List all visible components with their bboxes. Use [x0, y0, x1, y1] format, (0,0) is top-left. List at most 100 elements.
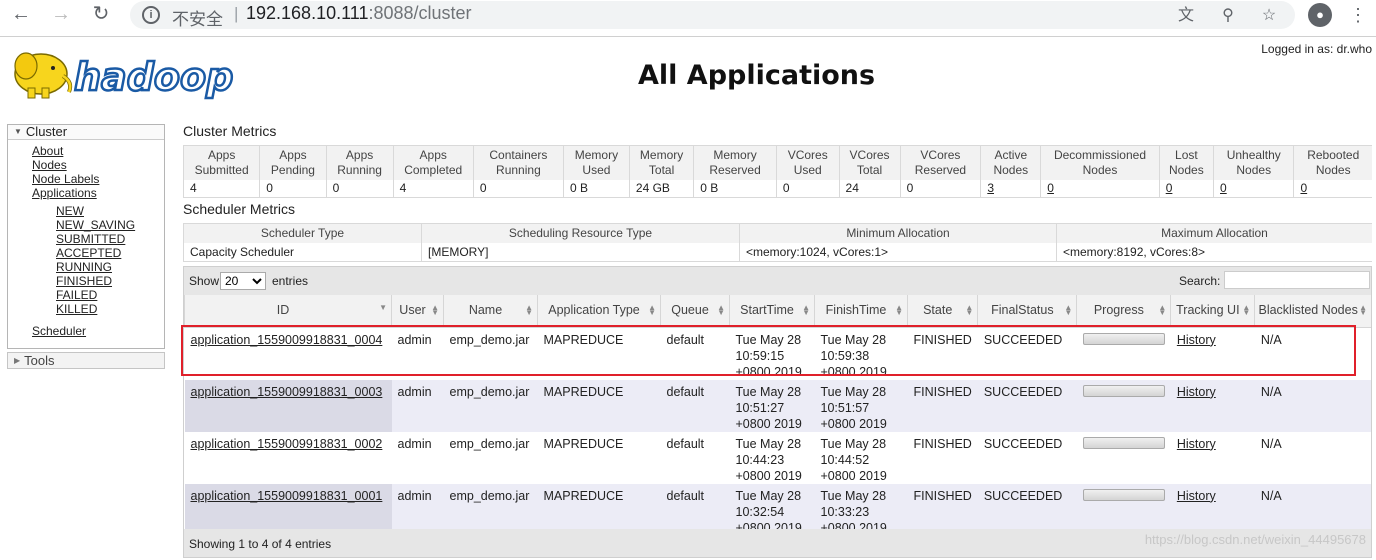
column-header-tracking-ui[interactable]: Tracking UI ▲ ▼ — [1170, 295, 1255, 328]
address-bar[interactable]: i 不安全 | 192.168.10.111:8088/cluster 文 ⚲ … — [130, 1, 1295, 29]
active-nodes-link[interactable]: 3 — [987, 181, 994, 195]
cell-tracking-ui: History — [1170, 379, 1255, 432]
cluster-panel-header[interactable]: ▼ Cluster — [8, 125, 164, 140]
column-label: Tracking UI — [1176, 303, 1240, 318]
sidebar-link-new[interactable]: NEW — [56, 204, 164, 218]
sidebar-link-new-saving[interactable]: NEW_SAVING — [56, 218, 164, 232]
sidebar-link-nodes[interactable]: Nodes — [32, 158, 164, 172]
rebooted-nodes-link[interactable]: 0 — [1300, 181, 1307, 195]
scheduler-header: Maximum Allocation — [1056, 223, 1372, 243]
application-id-link[interactable]: application_1559009918831_0002 — [191, 437, 383, 451]
progress-bar — [1082, 436, 1165, 449]
cell-user: admin — [391, 483, 444, 536]
history-link[interactable]: History — [1177, 489, 1216, 503]
cell-user: admin — [391, 379, 444, 432]
info-icon[interactable]: i — [142, 6, 160, 24]
column-header-start-time[interactable]: StartTime ▲ ▼ — [729, 295, 815, 328]
column-header-final-status[interactable]: FinalStatus ▲ ▼ — [977, 295, 1077, 328]
column-header-blacklisted-nodes[interactable]: Blacklisted Nodes ▲ ▼ — [1254, 295, 1371, 328]
back-arrow-icon[interactable]: ← — [8, 2, 34, 28]
sidebar-link-running[interactable]: RUNNING — [56, 260, 164, 274]
triangle-right-icon: ▶ — [14, 356, 21, 365]
reload-icon[interactable]: ↻ — [88, 2, 114, 28]
triangle-down-icon: ▼ — [14, 127, 22, 136]
application-id-link[interactable]: application_1559009918831_0001 — [191, 489, 383, 503]
scheduler-value: <memory:8192, vCores:8> — [1056, 242, 1372, 262]
sidebar-link-node-labels[interactable]: Node Labels — [32, 172, 164, 186]
decommissioned-nodes-link[interactable]: 0 — [1047, 181, 1054, 195]
url-text[interactable]: 192.168.10.111:8088/cluster — [246, 3, 472, 24]
history-link[interactable]: History — [1177, 437, 1216, 451]
metric-value: 0 B — [693, 179, 777, 198]
column-label: Progress — [1093, 303, 1144, 318]
zoom-icon[interactable]: ⚲ — [1217, 5, 1239, 27]
finish-date: Tue May 28 — [820, 436, 887, 451]
translate-icon[interactable]: 文 — [1175, 5, 1197, 27]
column-header-progress[interactable]: Progress ▲ ▼ — [1076, 295, 1171, 328]
forward-arrow-icon[interactable]: → — [48, 2, 74, 28]
logged-in-status: Logged in as: dr.who — [1261, 42, 1372, 56]
column-label: State — [923, 303, 953, 318]
progress-bar — [1082, 488, 1165, 501]
cluster-metrics-value-row: 4 0 0 4 0 0 B 24 GB 0 B 0 24 0 3 0 0 0 0 — [182, 179, 1372, 198]
history-link[interactable]: History — [1177, 385, 1216, 399]
sort-desc-icon: ▼ — [379, 303, 387, 312]
column-label: Blacklisted Nodes — [1258, 303, 1358, 318]
metric-header: Unhealthy Nodes — [1213, 145, 1294, 180]
security-label: 不安全 — [172, 10, 223, 29]
cell-blacklisted-nodes: N/A — [1254, 379, 1371, 432]
cell-progress — [1076, 379, 1171, 432]
column-label: User — [399, 303, 426, 318]
start-clock: 10:32:54 — [735, 504, 785, 519]
sidebar-link-accepted[interactable]: ACCEPTED — [56, 246, 164, 260]
cluster-panel: ▼ Cluster About Nodes Node Labels Applica… — [7, 124, 165, 349]
column-header-name[interactable]: Name ▲ ▼ — [443, 295, 538, 328]
metric-value: 4 — [392, 179, 474, 198]
cell-queue: default — [660, 431, 730, 484]
toolbar-divider — [0, 36, 1376, 37]
finish-clock: 10:44:52 — [820, 452, 870, 467]
scheduler-metrics-title: Scheduler Metrics — [183, 201, 296, 217]
start-zone: +0800 2019 — [735, 416, 802, 431]
decommissioned-nodes-link-cell: 0 — [1040, 179, 1160, 198]
application-id-link[interactable]: application_1559009918831_0003 — [191, 385, 383, 399]
lost-nodes-link[interactable]: 0 — [1166, 181, 1173, 195]
page-size-select[interactable]: 20 — [220, 272, 266, 290]
start-clock: 10:51:27 — [735, 400, 785, 415]
sidebar-link-failed[interactable]: FAILED — [56, 288, 164, 302]
sidebar-link-applications[interactable]: Applications — [32, 186, 164, 200]
column-header-queue[interactable]: Queue ▲ ▼ — [660, 295, 730, 328]
sidebar-link-submitted[interactable]: SUBMITTED — [56, 232, 164, 246]
cell-finish-time: Tue May 28 10:33:23 +0800 2019 — [814, 483, 908, 536]
sidebar-link-killed[interactable]: KILLED — [56, 302, 164, 316]
unhealthy-nodes-link[interactable]: 0 — [1220, 181, 1227, 195]
cluster-metrics-table: Apps Submitted Apps Pending Apps Running… — [182, 145, 1372, 198]
sort-icon: ▲ ▼ — [525, 303, 533, 317]
column-header-state[interactable]: State ▲ ▼ — [906, 295, 978, 328]
profile-avatar-icon[interactable]: ● — [1308, 3, 1332, 27]
column-header-id[interactable]: ID ▼ — [184, 295, 392, 328]
sidebar-link-scheduler[interactable]: Scheduler — [32, 324, 164, 338]
column-header-application-type[interactable]: Application Type ▲ ▼ — [537, 295, 661, 328]
finish-date: Tue May 28 — [820, 488, 887, 503]
cell-finish-time: Tue May 28 10:44:52 +0800 2019 — [814, 431, 908, 484]
cell-name: emp_demo.jar — [443, 379, 538, 432]
sidebar-link-finished[interactable]: FINISHED — [56, 274, 164, 288]
column-header-finish-time[interactable]: FinishTime ▲ ▼ — [814, 295, 908, 328]
column-header-user[interactable]: User ▲ ▼ — [391, 295, 444, 328]
column-label: Name — [468, 303, 503, 318]
search-input[interactable] — [1224, 271, 1370, 289]
finish-date: Tue May 28 — [820, 384, 887, 399]
sidebar-link-about[interactable]: About — [32, 144, 164, 158]
url-separator: | — [234, 4, 239, 23]
menu-kebab-icon[interactable]: ⋮ — [1346, 3, 1370, 27]
metric-header: Memory Used — [562, 145, 630, 180]
finish-clock: 10:51:57 — [820, 400, 870, 415]
column-label: StartTime — [740, 303, 794, 318]
sort-icon: ▲ ▼ — [1359, 303, 1367, 317]
cell-final-status: SUCCEEDED — [977, 483, 1077, 536]
scheduler-header: Scheduling Resource Type — [421, 223, 740, 243]
bookmark-star-icon[interactable]: ☆ — [1258, 5, 1280, 27]
cell-id: application_1559009918831_0003 — [184, 379, 392, 432]
tools-panel-header[interactable]: ▶ Tools — [7, 352, 165, 369]
